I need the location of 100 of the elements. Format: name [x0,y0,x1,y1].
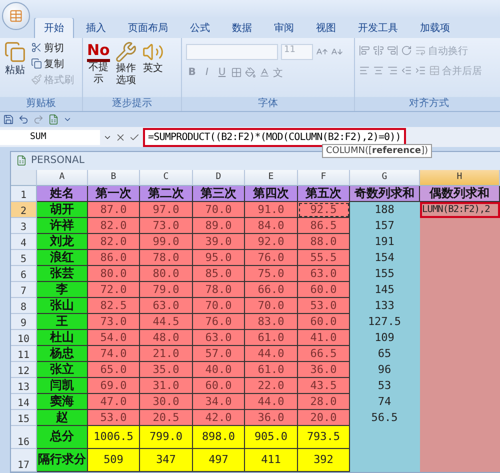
table-cell: 74.0 [88,346,140,362]
table-cell: 44.0 [245,394,298,410]
row-header[interactable]: 15 [11,410,37,426]
table-cell: 第五次 [298,186,350,202]
table-cell: 83.0 [245,314,298,330]
column-header[interactable]: G [350,170,420,186]
table-cell: 66.5 [298,346,350,362]
table-cell: 48.0 [140,330,193,346]
row-header[interactable]: 14 [11,394,37,410]
table-cell: 497 [193,448,245,472]
table-cell: 63.0 [193,330,245,346]
table-cell: 60.0 [298,314,350,330]
table-cell: 87.0 [88,202,140,218]
table-cell: 1006.5 [88,426,140,449]
table-cell: 347 [140,448,193,472]
row-header[interactable]: 10 [11,330,37,346]
fill-icon [245,67,256,78]
column-header[interactable]: F [298,170,350,186]
table-cell: 70.0 [193,202,245,218]
table-cell: 73.0 [140,218,193,234]
column-header[interactable]: A [37,170,88,186]
ribbon-tab[interactable]: 开发工具 [348,16,408,38]
row-header[interactable]: 17 [11,448,37,472]
table-cell: 82.0 [88,218,140,234]
select-all-corner[interactable] [11,170,37,186]
table-cell: 34.0 [193,394,245,410]
row-header[interactable]: 13 [11,378,37,394]
step-button[interactable]: No 不提示 [87,40,110,94]
column-header[interactable]: D [193,170,245,186]
table-cell: 赵 [37,410,88,426]
group-title: 逐步提示 [83,96,181,111]
table-cell: 41.0 [298,330,350,346]
table-cell: 96 [350,362,420,378]
ribbon-tab[interactable]: 审阅 [264,16,304,38]
formula-field[interactable]: =SUMPRODUCT((B2:F2)*(MOD(COLUMN(B2:F2),2)=0)) [143,128,406,147]
table-cell: 793.5 [298,426,350,449]
table-cell: 188 [350,202,420,218]
table-cell: 72.0 [88,282,140,298]
ribbon-tab[interactable]: 插入 [76,16,116,38]
copy-icon [31,58,42,70]
table-cell: 70.0 [245,298,298,314]
table-cell: 42.0 [193,410,245,426]
clipboard-command[interactable]: 复制 [31,56,74,71]
table-cell: 闫凯 [37,378,88,394]
font-name-field[interactable] [186,44,278,60]
table-cell: 28.0 [298,394,350,410]
table-cell: 杨忠 [37,346,88,362]
table-cell: 30.0 [140,394,193,410]
group-title: 剪贴板 [0,96,82,111]
ribbon-tab[interactable]: 视图 [306,16,346,38]
table-cell: 84.0 [245,218,298,234]
row-header[interactable]: 7 [11,282,37,298]
table-cell: 李 [37,282,88,298]
office-button[interactable] [2,2,30,30]
step-button[interactable]: 英文 [142,40,164,94]
merge-icon [429,65,440,76]
ribbon-tab[interactable]: 公式 [180,16,220,38]
table-cell: 88.0 [298,234,350,250]
border-icon [231,67,242,78]
ribbon-tab[interactable]: 开始 [34,16,74,38]
table-cell: 898.0 [193,426,245,449]
row-header[interactable]: 11 [11,346,37,362]
table-cell: 35.0 [140,362,193,378]
table-cell: 78.0 [140,250,193,266]
row-header[interactable]: 8 [11,298,37,314]
row-header[interactable]: 12 [11,362,37,378]
table-cell: 86.5 [298,218,350,234]
brush-icon [31,74,42,86]
table-cell: 43.5 [298,378,350,394]
table-cell: 57.0 [193,346,245,362]
table-cell: 杜山 [37,330,88,346]
name-box[interactable]: SUM [0,130,100,145]
row-header[interactable]: 9 [11,314,37,330]
table-cell: 22.0 [245,378,298,394]
table-cell: 44.5 [140,314,193,330]
column-header[interactable]: E [245,170,298,186]
sheet-icon [48,114,59,126]
ribbon-tab[interactable]: 数据 [222,16,262,38]
cancel-icon [115,132,126,143]
row-header[interactable]: 16 [11,426,37,449]
column-header[interactable]: C [140,170,193,186]
row-header[interactable]: 3 [11,218,37,234]
column-header[interactable]: B [88,170,140,186]
row-header[interactable]: 2 [11,202,37,218]
table-cell: 63.0 [298,266,350,282]
table-cell: 39.0 [193,234,245,250]
row-header[interactable]: 5 [11,250,37,266]
column-header[interactable]: H [420,170,500,186]
table-cell: 65 [350,346,420,362]
row-header[interactable]: 4 [11,234,37,250]
ribbon-tab[interactable]: 页面布局 [118,16,178,38]
row-header[interactable]: 1 [11,186,37,202]
table-cell: 76.0 [193,314,245,330]
ribbon-tab[interactable]: 加载项 [410,16,460,38]
clipboard-command[interactable]: 剪切 [31,40,74,55]
align-top-icon [359,45,370,56]
step-button[interactable]: 操作选项 [114,40,137,94]
paste-button[interactable]: 粘贴 [4,40,26,94]
row-header[interactable]: 6 [11,266,37,282]
table-cell: 70.0 [193,298,245,314]
